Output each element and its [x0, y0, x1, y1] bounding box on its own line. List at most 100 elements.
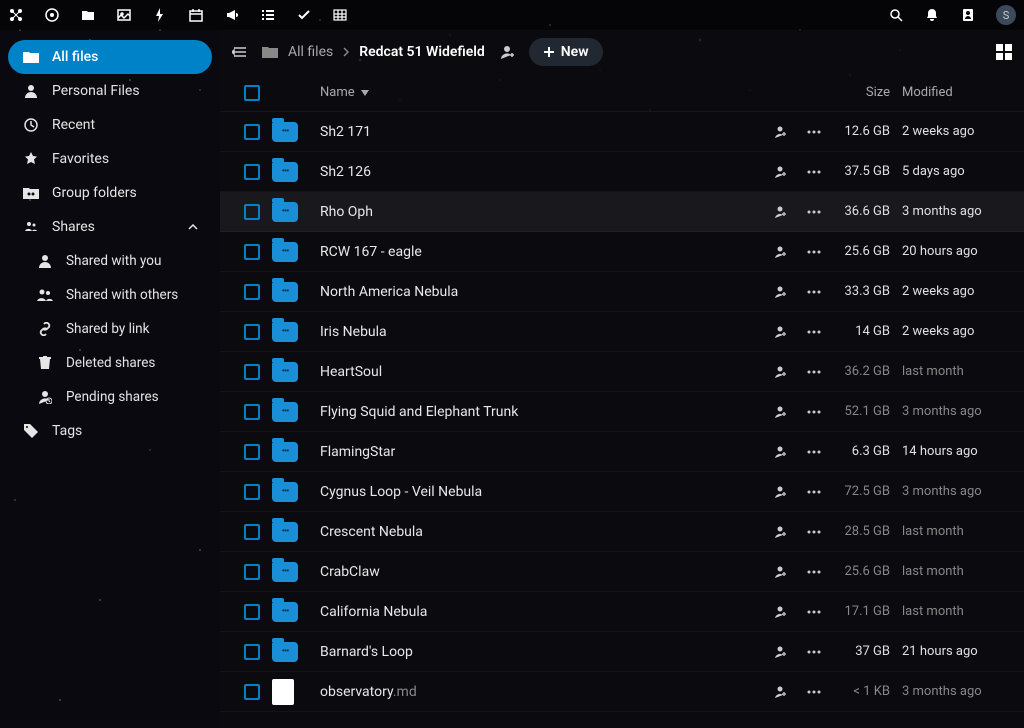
more-actions-icon[interactable] — [806, 524, 822, 540]
share-action-icon[interactable] — [772, 204, 788, 220]
grid-view-icon[interactable] — [996, 44, 1012, 60]
share-action-icon[interactable] — [772, 604, 788, 620]
row-checkbox[interactable] — [244, 164, 260, 180]
file-name[interactable]: Iris Nebula — [312, 324, 732, 340]
file-name[interactable]: HeartSoul — [312, 364, 732, 380]
table-row[interactable]: •••Flying Squid and Elephant Trunk52.1 G… — [220, 392, 1024, 432]
share-action-icon[interactable] — [772, 524, 788, 540]
more-actions-icon[interactable] — [806, 324, 822, 340]
share-action-icon[interactable] — [772, 284, 788, 300]
row-checkbox[interactable] — [244, 364, 260, 380]
sidebar-item-personal[interactable]: Personal Files — [8, 74, 212, 108]
share-action-icon[interactable] — [772, 684, 788, 700]
row-checkbox[interactable] — [244, 604, 260, 620]
table-row[interactable]: •••RCW 167 - eagle25.6 GB20 hours ago — [220, 232, 1024, 272]
more-actions-icon[interactable] — [806, 604, 822, 620]
row-checkbox[interactable] — [244, 644, 260, 660]
home-folder-icon[interactable] — [262, 45, 278, 59]
more-actions-icon[interactable] — [806, 244, 822, 260]
file-name[interactable]: Barnard's Loop — [312, 644, 732, 660]
sidebar-item-shared-by-link[interactable]: Shared by link — [8, 312, 212, 346]
table-row[interactable]: •••Iris Nebula14 GB2 weeks ago — [220, 312, 1024, 352]
row-checkbox[interactable] — [244, 284, 260, 300]
row-checkbox[interactable] — [244, 444, 260, 460]
sidebar-item-groupfolders[interactable]: Group folders — [8, 176, 212, 210]
more-actions-icon[interactable] — [806, 404, 822, 420]
files-icon[interactable] — [80, 7, 96, 23]
more-actions-icon[interactable] — [806, 164, 822, 180]
share-action-icon[interactable] — [772, 444, 788, 460]
select-all-checkbox[interactable] — [244, 85, 260, 101]
share-action-icon[interactable] — [772, 404, 788, 420]
activity-icon[interactable] — [152, 7, 168, 23]
table-row[interactable]: •••CrabClaw25.6 GBlast month — [220, 552, 1024, 592]
more-actions-icon[interactable] — [806, 364, 822, 380]
more-actions-icon[interactable] — [806, 644, 822, 660]
table-row[interactable]: •••California Nebula17.1 GBlast month — [220, 592, 1024, 632]
table-row[interactable]: •••Sh2 17112.6 GB2 weeks ago — [220, 112, 1024, 152]
sidebar-item-shares[interactable]: Shares — [8, 210, 212, 244]
row-checkbox[interactable] — [244, 204, 260, 220]
row-checkbox[interactable] — [244, 404, 260, 420]
row-checkbox[interactable] — [244, 244, 260, 260]
sidebar-item-all-files[interactable]: All files — [8, 40, 212, 74]
share-action-icon[interactable] — [772, 164, 788, 180]
column-size[interactable]: Size — [822, 85, 902, 100]
more-actions-icon[interactable] — [806, 564, 822, 580]
file-name[interactable]: North America Nebula — [312, 284, 732, 300]
search-icon[interactable] — [888, 7, 904, 23]
table-row[interactable]: •••North America Nebula33.3 GB2 weeks ag… — [220, 272, 1024, 312]
more-actions-icon[interactable] — [806, 684, 822, 700]
column-modified[interactable]: Modified — [902, 85, 1012, 100]
sidebar-item-shared-with-you[interactable]: Shared with you — [8, 244, 212, 278]
table-row[interactable]: observatory.md< 1 KB3 months ago — [220, 672, 1024, 712]
tasks-list-icon[interactable] — [260, 7, 276, 23]
table-row[interactable]: •••Crescent Nebula28.5 GBlast month — [220, 512, 1024, 552]
more-actions-icon[interactable] — [806, 484, 822, 500]
avatar[interactable]: S — [996, 5, 1016, 25]
file-name[interactable]: Cygnus Loop - Veil Nebula — [312, 484, 732, 500]
share-action-icon[interactable] — [772, 644, 788, 660]
app-logo-icon[interactable] — [8, 7, 24, 23]
file-name[interactable]: Sh2 126 — [312, 164, 732, 180]
add-share-icon[interactable] — [499, 44, 515, 60]
file-name[interactable]: Sh2 171 — [312, 124, 732, 140]
calendar-icon[interactable] — [188, 7, 204, 23]
photos-icon[interactable] — [116, 7, 132, 23]
file-name[interactable]: CrabClaw — [312, 564, 732, 580]
sidebar-item-recent[interactable]: Recent — [8, 108, 212, 142]
dashboard-icon[interactable] — [44, 7, 60, 23]
row-checkbox[interactable] — [244, 524, 260, 540]
file-name[interactable]: Crescent Nebula — [312, 524, 732, 540]
more-actions-icon[interactable] — [806, 124, 822, 140]
breadcrumb-current[interactable]: Redcat 51 Widefield — [359, 44, 485, 60]
announce-icon[interactable] — [224, 7, 240, 23]
table-row[interactable]: •••Barnard's Loop37 GB21 hours ago — [220, 632, 1024, 672]
table-row[interactable]: •••HeartSoul36.2 GBlast month — [220, 352, 1024, 392]
row-checkbox[interactable] — [244, 484, 260, 500]
more-actions-icon[interactable] — [806, 204, 822, 220]
share-action-icon[interactable] — [772, 484, 788, 500]
file-name[interactable]: Flying Squid and Elephant Trunk — [312, 404, 732, 420]
row-checkbox[interactable] — [244, 124, 260, 140]
sidebar-item-pending-shares[interactable]: Pending shares — [8, 380, 212, 414]
table-icon[interactable] — [332, 7, 348, 23]
new-button[interactable]: New — [529, 38, 603, 66]
share-action-icon[interactable] — [772, 244, 788, 260]
breadcrumb-root[interactable]: All files — [288, 44, 333, 60]
row-checkbox[interactable] — [244, 564, 260, 580]
column-name[interactable]: Name — [312, 85, 732, 100]
share-action-icon[interactable] — [772, 324, 788, 340]
table-row[interactable]: •••FlamingStar6.3 GB14 hours ago — [220, 432, 1024, 472]
share-action-icon[interactable] — [772, 124, 788, 140]
table-row[interactable]: •••Sh2 12637.5 GB5 days ago — [220, 152, 1024, 192]
sidebar-item-favorites[interactable]: Favorites — [8, 142, 212, 176]
notifications-icon[interactable] — [924, 7, 940, 23]
row-checkbox[interactable] — [244, 324, 260, 340]
toggle-sidebar-icon[interactable] — [232, 44, 248, 60]
share-action-icon[interactable] — [772, 364, 788, 380]
row-checkbox[interactable] — [244, 684, 260, 700]
file-name[interactable]: FlamingStar — [312, 444, 732, 460]
file-name[interactable]: observatory.md — [312, 684, 732, 700]
sidebar-item-tags[interactable]: Tags — [8, 414, 212, 448]
